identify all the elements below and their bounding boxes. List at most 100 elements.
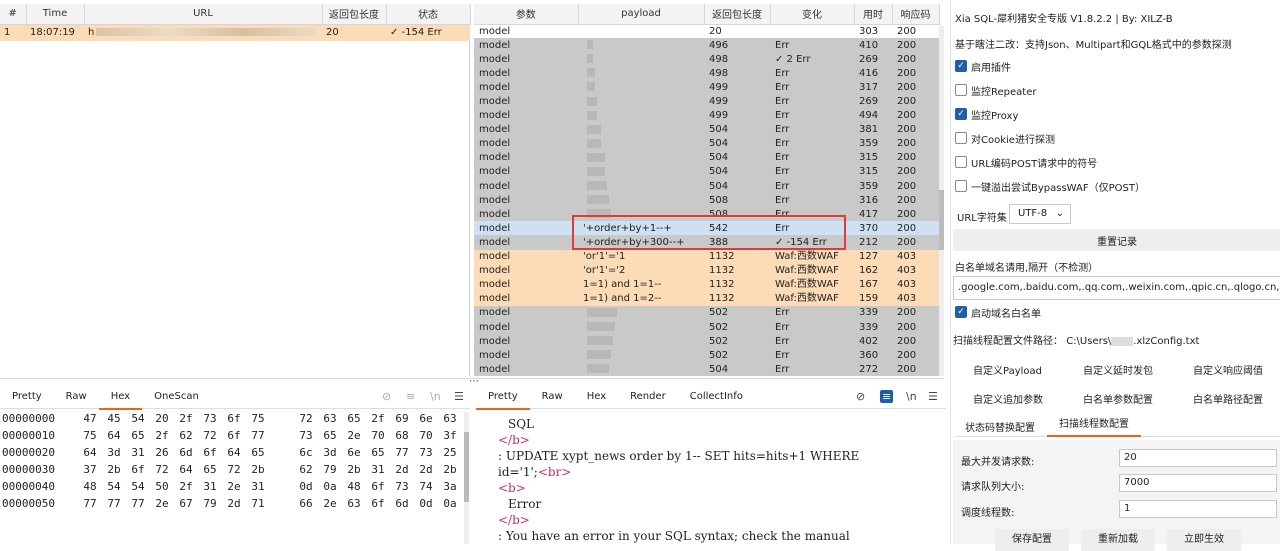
col-num[interactable]: # (0, 4, 27, 25)
param-row[interactable]: model 499 Err 269 200 (474, 94, 939, 109)
whitelist-path-link[interactable]: 白名单路径配置 (1193, 391, 1263, 406)
tab-raw[interactable]: Raw (54, 385, 99, 409)
menu-icon[interactable]: ☰ (454, 390, 464, 403)
col-code[interactable]: 响应码 (892, 4, 940, 25)
param-row[interactable]: model 496 Err 410 200 (474, 38, 939, 53)
save-config-button[interactable]: 保存配置 (995, 529, 1069, 551)
reset-button[interactable]: 重置记录 (953, 229, 1280, 251)
hex-scroll-thumb[interactable] (464, 432, 469, 502)
col-resp-length[interactable]: 返回包长度 (704, 4, 771, 25)
hex-byte: 2d (395, 463, 409, 476)
hex-view[interactable]: 00000000 47 45 54 20 2f 73 6f 75 72 63 65 2f 69 6e 63 00… (0, 410, 470, 512)
tab-hex[interactable]: Hex (98, 385, 143, 410)
custom-threshold-link[interactable]: 自定义响应阈值 (1193, 362, 1263, 377)
custom-append-link[interactable]: 自定义追加参数 (973, 391, 1043, 406)
wrap-lines-icon[interactable]: ≡ (880, 390, 894, 403)
param-row[interactable]: model 498 Err 416 200 (474, 66, 939, 81)
col-time[interactable]: 用时 (854, 4, 893, 25)
param-row[interactable]: model'or'1'='1 1132 Waf:西数WAF 127 403 (474, 249, 939, 264)
tab-raw[interactable]: Raw (530, 385, 575, 409)
resp-length: 498 (704, 66, 770, 81)
newline-icon[interactable]: \n (906, 390, 917, 403)
col-param[interactable]: 参数 (474, 4, 579, 25)
time: 339 (854, 319, 892, 335)
param-row[interactable]: model 502 Err 402 200 (474, 334, 939, 349)
col-url[interactable]: URL (84, 4, 323, 25)
tab-scan-threads[interactable]: 扫描线程数配置 (1047, 413, 1141, 437)
hex-byte: 0d (299, 480, 313, 493)
hex-scrollbar[interactable] (464, 412, 469, 544)
param-row[interactable]: model 504 Err 315 200 (474, 150, 939, 165)
resp-line: SQL (508, 417, 535, 431)
max-concurrent-input[interactable]: 20 (1119, 449, 1277, 467)
whitelist-param-link[interactable]: 白名单参数配置 (1083, 391, 1153, 406)
param-row[interactable]: model 499 Err 494 200 (474, 108, 939, 123)
resp-text: id='1'; (498, 465, 538, 479)
time: 417 (854, 207, 892, 222)
tab-collectinfo[interactable]: CollectInfo (678, 385, 755, 409)
param-row[interactable]: model 499 Err 317 200 (474, 80, 939, 95)
menu-icon[interactable]: ☰ (928, 390, 938, 403)
param-row[interactable]: model 504 Err 359 200 (474, 179, 939, 194)
param-row[interactable]: model 20 303 200 (474, 24, 939, 39)
col-time[interactable]: Time (26, 4, 85, 25)
param-row[interactable]: model 504 Err 315 200 (474, 164, 939, 180)
param-row[interactable]: model 502 Err 339 200 (474, 319, 939, 335)
reload-button[interactable]: 重新加载 (1081, 529, 1155, 551)
tab-hex[interactable]: Hex (575, 385, 618, 409)
param-row[interactable]: model 502 Err 360 200 (474, 348, 939, 363)
param-row[interactable]: model 1=1) and 1=1-- 1132 Waf:西数WAF 167 403 (474, 277, 939, 292)
col-change[interactable]: 变化 (770, 4, 855, 25)
col-payload[interactable]: payload (578, 4, 705, 25)
cookie-probe-checkbox[interactable]: 对Cookie进行探测 (951, 126, 1280, 150)
tab-pretty[interactable]: Pretty (0, 385, 54, 409)
checkbox-label: 启动域名白名单 (971, 308, 1041, 320)
hex-byte: 2f (371, 412, 385, 425)
tab-render[interactable]: Render (618, 385, 678, 409)
charset-select[interactable]: UTF-8 ⌄ (1009, 204, 1071, 224)
wrap-lines-icon[interactable]: ≡ (406, 390, 415, 403)
col-status[interactable]: 状态 (386, 4, 471, 25)
param-row[interactable]: model 504 Err 359 200 (474, 136, 939, 151)
param-name: model (474, 136, 578, 151)
param-row[interactable]: model 1=1) and 1=2-- 1132 Waf:西数WAF 159 403 (474, 291, 939, 306)
hex-byte: 65 (251, 446, 265, 459)
param-row[interactable]: model 504 Err 381 200 (474, 122, 939, 137)
hex-byte: 2f (155, 429, 169, 442)
param-row[interactable]: model 508 Err 316 200 (474, 193, 939, 208)
param-row[interactable]: model 502 Err 339 200 (474, 305, 939, 320)
hex-byte (270, 478, 294, 495)
hide-icon[interactable]: ⊘ (382, 390, 391, 403)
bypass-waf-checkbox[interactable]: 一键溢出尝试BypassWAF（仅POST） (951, 174, 1280, 198)
custom-delay-link[interactable]: 自定义延时发包 (1083, 362, 1153, 377)
tab-onescan[interactable]: OneScan (142, 385, 211, 409)
change: Waf:西数WAF (770, 291, 854, 306)
queue-size-input[interactable]: 7000 (1119, 474, 1277, 492)
monitor-proxy-checkbox[interactable]: ✓ 监控Proxy (951, 102, 1280, 126)
resp-code: 200 (892, 348, 939, 363)
tab-status-replace[interactable]: 状态码替换配置 (965, 419, 1035, 434)
hex-byte: 6f (203, 446, 217, 459)
enable-plugin-checkbox[interactable]: ✓ 启用插件 (951, 54, 1280, 78)
resp-code: 403 (892, 263, 939, 278)
monitor-repeater-checkbox[interactable]: 监控Repeater (951, 78, 1280, 102)
custom-payload-link[interactable]: 自定义Payload (973, 362, 1042, 377)
newline-icon[interactable]: \n (430, 390, 441, 403)
scheduler-threads-input[interactable]: 1 (1119, 500, 1277, 518)
whitelist-input[interactable]: .google.com,.baidu.com,.qq.com,.weixin.c… (953, 276, 1280, 300)
log-row[interactable]: 1 18:07:19 h 20 ✓ -154 Err (0, 24, 470, 41)
hide-icon[interactable]: ⊘ (856, 390, 865, 403)
response-body[interactable]: SQL </b> : UPDATE xypt_news order by 1--… (476, 410, 946, 544)
resp-code: 200 (892, 362, 939, 376)
param-name: model (474, 38, 578, 53)
apply-now-button[interactable]: 立即生效 (1167, 529, 1241, 551)
tab-pretty[interactable]: Pretty (476, 385, 530, 410)
param-row[interactable]: model 504 Err 272 200 (474, 362, 939, 376)
param-row[interactable]: model'or'1'='2 1132 Waf:西数WAF 162 403 (474, 263, 939, 278)
param-scroll-thumb[interactable] (939, 190, 944, 250)
param-row[interactable]: model 498 ✓ 2 Err 269 200 (474, 52, 939, 67)
col-length[interactable]: 返回包长度 (322, 4, 387, 25)
redacted-payload (587, 350, 611, 360)
domain-whitelist-checkbox[interactable]: ✓ 启动域名白名单 (951, 300, 1041, 324)
url-encode-checkbox[interactable]: URL编码POST请求中的符号 (951, 150, 1280, 174)
